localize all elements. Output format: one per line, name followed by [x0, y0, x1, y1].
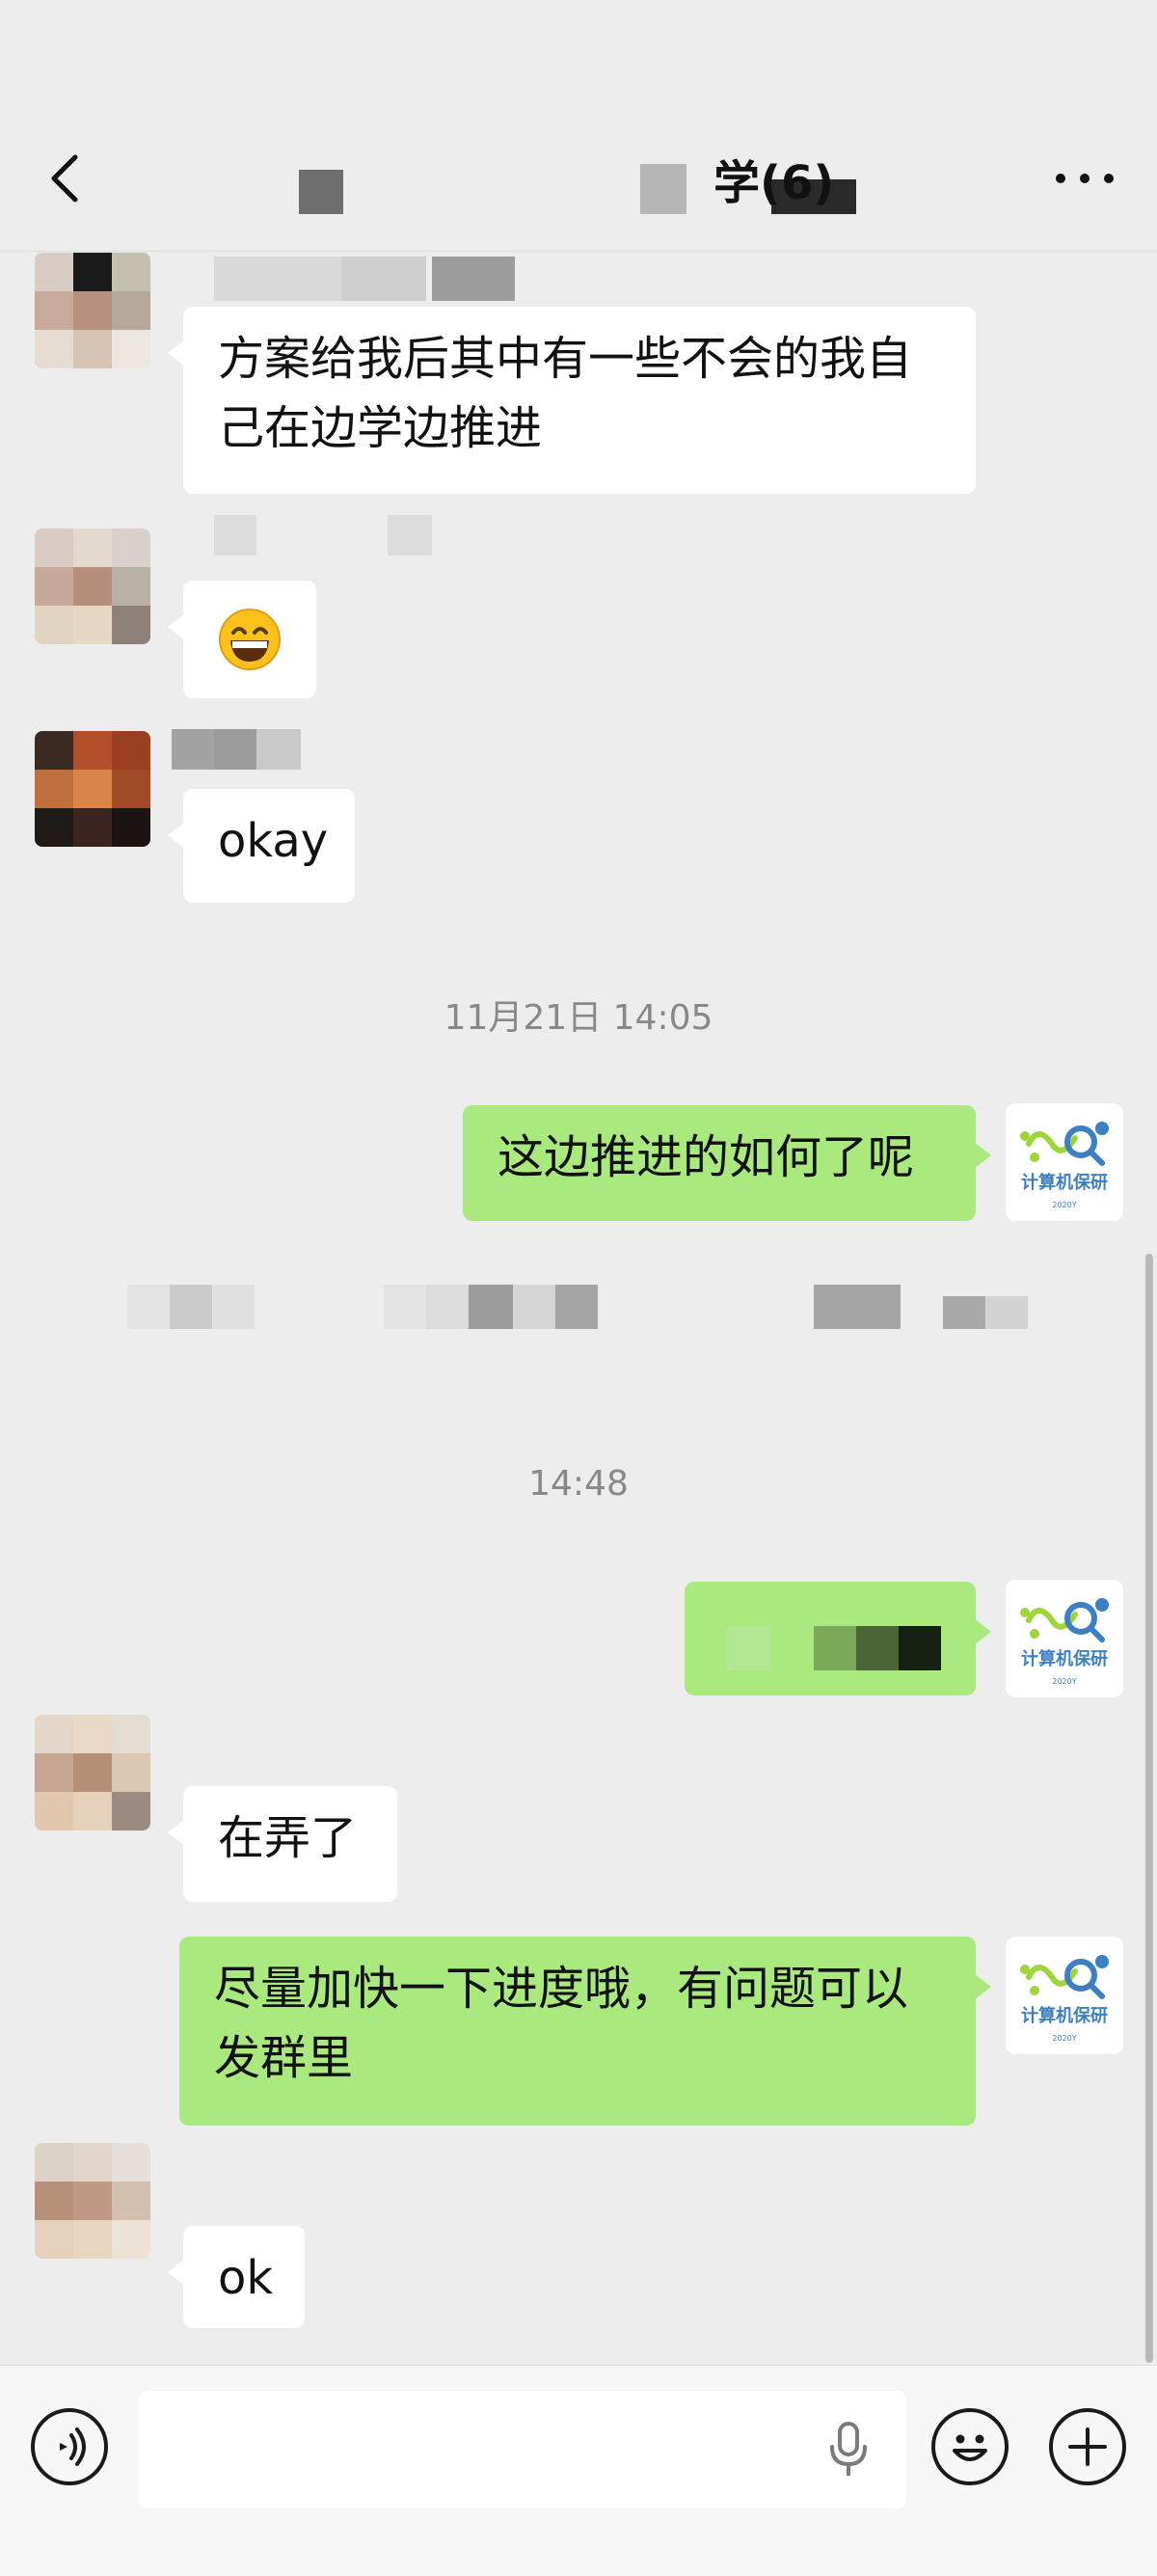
title-mosaic: [299, 170, 343, 214]
message-bubble[interactable]: ok: [168, 2226, 305, 2328]
message-bubble[interactable]: 在弄了: [168, 1786, 397, 1902]
sender-name-mosaic: [214, 515, 432, 559]
brand-label: 计算机保研: [1021, 1649, 1108, 1669]
redacted-system-message: [127, 1285, 1072, 1329]
sender-name-mosaic: [214, 257, 515, 301]
brand-label: 计算机保研: [1021, 1173, 1108, 1193]
voice-wave-icon: [60, 2427, 86, 2466]
message-bubble[interactable]: okay: [168, 789, 355, 903]
sender-name-mosaic: [172, 729, 301, 773]
avatar[interactable]: [35, 2143, 150, 2259]
timestamp: 14:48: [528, 1464, 629, 1504]
smiley-icon: [953, 2434, 987, 2461]
avatar[interactable]: 计算机保研 2020Y: [1006, 1580, 1123, 1697]
back-arrow-icon[interactable]: [39, 149, 96, 207]
message-input[interactable]: [139, 2391, 906, 2508]
chat-header: 学(6): [0, 0, 1157, 252]
timestamp: 11月21日 14:05: [444, 998, 713, 1038]
message-bubble[interactable]: 这边推进的如何了呢: [463, 1105, 991, 1221]
brand-sublabel: 2020Y: [1052, 1677, 1077, 1686]
input-bar: [0, 2365, 1157, 2576]
redacted-message-bubble[interactable]: [685, 1582, 991, 1695]
title-mosaic: [640, 164, 686, 214]
avatar[interactable]: [35, 529, 150, 644]
microphone-icon[interactable]: [824, 2422, 873, 2480]
avatar[interactable]: 计算机保研 2020Y: [1006, 1937, 1123, 2054]
avatar[interactable]: [35, 731, 150, 847]
brand-label: 计算机保研: [1021, 2006, 1108, 2026]
chat-scrollbar[interactable]: [1145, 1254, 1153, 2363]
more-options-icon[interactable]: [1051, 164, 1118, 193]
message-bubble[interactable]: 尽量加快一下进度哦，有问题可以发群里: [179, 1937, 991, 2126]
chat-title: 学(6): [713, 156, 835, 210]
emoji-message-bubble[interactable]: [168, 581, 316, 698]
avatar[interactable]: [35, 253, 150, 368]
avatar[interactable]: 计算机保研 2020Y: [1006, 1103, 1123, 1221]
plus-icon: [1068, 2427, 1107, 2466]
brand-sublabel: 2020Y: [1052, 2034, 1077, 2043]
emoji-button[interactable]: [931, 2408, 1009, 2485]
avatar[interactable]: [35, 1715, 150, 1830]
add-attachment-button[interactable]: [1049, 2408, 1126, 2485]
message-bubble[interactable]: 方案给我后其中有一些不会的我自己在边学边推进: [168, 307, 976, 494]
brand-sublabel: 2020Y: [1052, 1201, 1077, 1209]
grinning-face-emoji-icon: [219, 609, 281, 670]
voice-mode-button[interactable]: [31, 2408, 108, 2485]
